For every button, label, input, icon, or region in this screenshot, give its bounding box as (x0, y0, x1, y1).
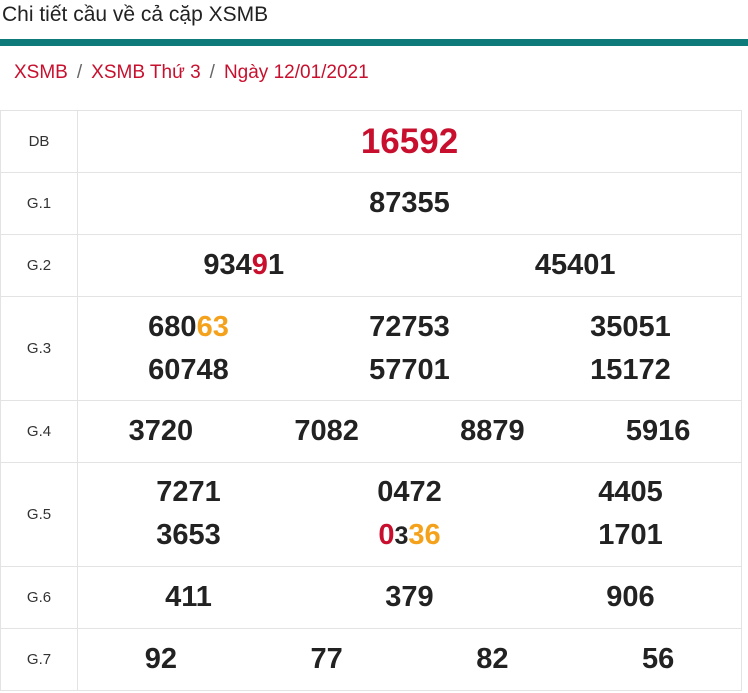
g6-number-3: 906 (606, 581, 655, 613)
table-row: G.1 87355 (0, 172, 742, 235)
prize-cell-db: 16592 (77, 110, 742, 173)
g2-number-1-tail: 1 (267, 249, 285, 281)
g3-number-1: 68063 (78, 306, 299, 349)
breadcrumb-separator: / (209, 62, 215, 83)
page-title: Chi tiết cầu về cả cặp XSMB (2, 3, 269, 26)
table-row: G.7 92 77 82 56 (0, 628, 742, 691)
breadcrumb: XSMB / XSMB Thứ 3 / Ngày 12/01/2021 (14, 62, 369, 84)
prize-cell-g1: 87355 (77, 172, 742, 235)
table-row: DB 16592 (0, 110, 742, 173)
g5-number-5-mid: 3 (394, 522, 409, 550)
header-divider (0, 39, 748, 46)
g3-number-1-highlight: 63 (196, 310, 229, 343)
g7-number-3: 82 (476, 643, 509, 675)
g7-number-2: 77 (310, 643, 343, 675)
table-row: G.6 411 379 906 (0, 566, 742, 629)
g2-number-2: 45401 (534, 249, 616, 281)
prize-label-g7: G.7 (0, 628, 78, 691)
g3-number-5: 57701 (369, 353, 450, 386)
breadcrumb-date-link[interactable]: Ngày 12/01/2021 (224, 62, 369, 83)
prize-cell-g6: 411 379 906 (77, 566, 742, 629)
g5-number-6: 1701 (598, 519, 663, 551)
g4-number-3: 8879 (460, 415, 525, 447)
prize-cell-g2: 93491 45401 (77, 234, 742, 297)
prize-cell-g3: 68063 72753 35051 60748 57701 15172 (77, 296, 742, 401)
g4-number-4: 5916 (625, 415, 691, 447)
g1-number: 87355 (369, 187, 450, 219)
breadcrumb-weekday-link[interactable]: XSMB Thứ 3 (91, 62, 201, 83)
g5-number-2: 0472 (377, 476, 442, 508)
g6-number-2: 379 (385, 581, 434, 613)
g2-number-1-highlight: 9 (251, 249, 268, 281)
prize-label-db: DB (0, 110, 78, 173)
g2-number-1-head: 934 (203, 249, 252, 281)
table-row: G.4 3720 7082 8879 5916 (0, 400, 742, 463)
table-row: G.5 7271 0472 4405 3653 0336 1701 (0, 462, 742, 567)
g5-number-3: 4405 (598, 476, 663, 508)
g7-number-4: 56 (641, 643, 675, 675)
table-row: G.2 93491 45401 (0, 234, 742, 297)
g3-number-2: 72753 (369, 310, 450, 343)
g6-number-1: 411 (165, 581, 212, 613)
results-table: DB 16592 G.1 87355 G.2 93491 45401 G.3 6… (0, 110, 742, 691)
g4-number-1: 3720 (128, 415, 194, 447)
g5-number-4: 3653 (156, 519, 221, 551)
g5-number-1: 7271 (156, 476, 221, 508)
g7-number-1: 92 (144, 643, 177, 675)
prize-label-g6: G.6 (0, 566, 78, 629)
prize-cell-g4: 3720 7082 8879 5916 (77, 400, 742, 463)
prize-cell-g7: 92 77 82 56 (77, 628, 742, 691)
breadcrumb-separator: / (76, 62, 83, 83)
prize-label-g4: G.4 (0, 400, 78, 463)
g3-number-6: 15172 (590, 353, 671, 386)
special-prize-number: 16592 (360, 122, 459, 161)
g5-number-5-highlight-orange: 36 (408, 519, 441, 551)
g5-number-5-highlight-red: 0 (378, 519, 395, 551)
prize-label-g2: G.2 (0, 234, 78, 297)
prize-label-g3: G.3 (0, 296, 78, 401)
g3-number-3: 35051 (590, 310, 671, 343)
g5-number-5: 0336 (299, 514, 520, 558)
breadcrumb-xsmb-link[interactable]: XSMB (14, 62, 68, 83)
g3-number-1-head: 680 (148, 310, 197, 343)
g2-number-1: 93491 (78, 244, 410, 287)
prize-cell-g5: 7271 0472 4405 3653 0336 1701 (77, 462, 742, 567)
g3-number-4: 60748 (148, 353, 229, 386)
prize-label-g1: G.1 (0, 172, 78, 235)
prize-label-g5: G.5 (0, 462, 78, 567)
table-row: G.3 68063 72753 35051 60748 57701 15172 (0, 296, 742, 401)
g4-number-2: 7082 (294, 415, 359, 447)
